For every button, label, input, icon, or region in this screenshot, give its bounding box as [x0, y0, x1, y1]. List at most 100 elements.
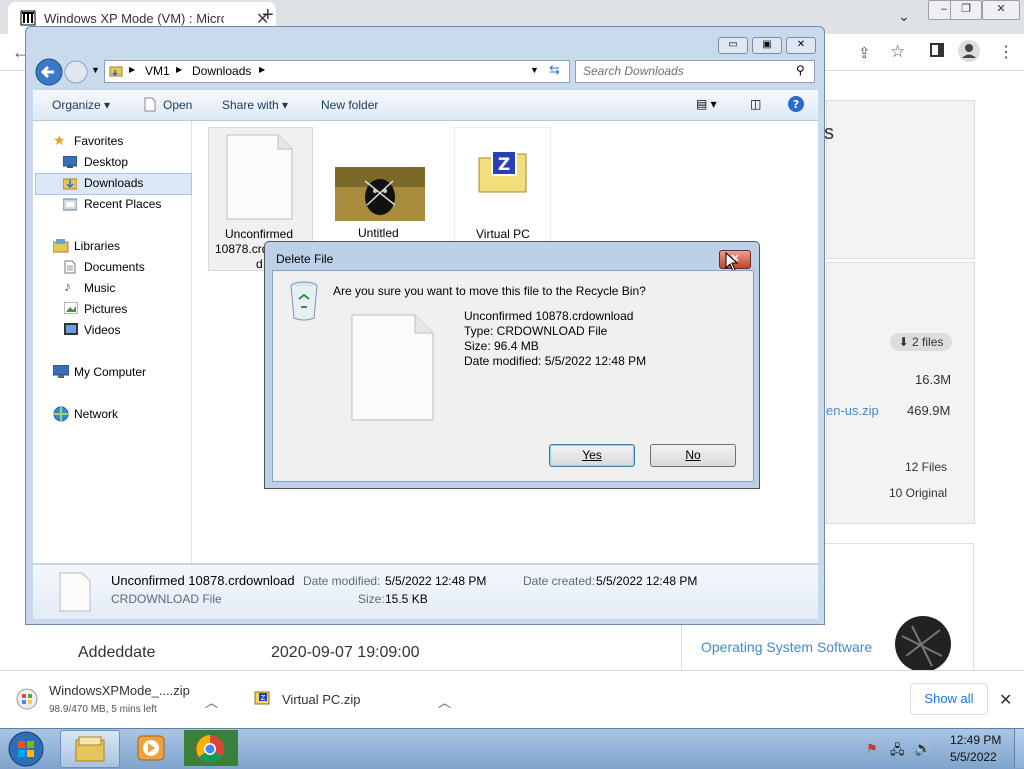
no-label: No [685, 448, 701, 462]
address-bar[interactable]: ▶ VM1 ▶ Downloads ▶ ▼ ⇆ [104, 60, 570, 83]
zip-file-link[interactable]: en-us.zip [826, 403, 879, 418]
search-icon[interactable]: ⚲ [796, 63, 805, 77]
download-item-2-name[interactable]: Virtual PC.zip [282, 692, 361, 707]
new-tab-icon[interactable]: + [262, 4, 274, 27]
file-item-virtual-pc[interactable]: Z Virtual PC [454, 127, 551, 244]
volume-tray-icon[interactable]: 🔊 [914, 740, 931, 757]
help-icon[interactable]: ? [787, 95, 805, 113]
share-icon[interactable]: ⇪ [858, 44, 871, 62]
breadcrumb-separator-icon[interactable]: ▶ [129, 65, 135, 74]
yes-button[interactable]: Yes [549, 444, 635, 467]
action-center-flag-icon[interactable]: ⚑ [866, 741, 878, 757]
explorer-titlebar[interactable] [26, 27, 824, 59]
dialog-question: Are you sure you want to move this file … [333, 284, 646, 298]
details-file-icon [59, 572, 91, 612]
videos-icon [64, 323, 78, 335]
mouse-cursor-icon [725, 252, 739, 272]
search-input[interactable]: Search Downloads [583, 64, 684, 78]
download-item-1-chevron-icon[interactable]: ︿ [205, 692, 218, 711]
nav-pictures[interactable]: Pictures [84, 302, 127, 316]
network-tray-icon[interactable]: 🖧 [890, 741, 905, 763]
browser-restore-button[interactable]: ❐ [950, 0, 982, 20]
metadata-key: Addeddate [78, 644, 156, 661]
navigation-pane: ★ Favorites Desktop Downloads Recent Pla… [33, 121, 192, 563]
taskbar-explorer-button[interactable] [60, 730, 120, 768]
nav-favorites[interactable]: Favorites [74, 134, 123, 148]
search-box[interactable]: Search Downloads ⚲ [575, 60, 815, 83]
winzip-folder-icon: Z [478, 150, 528, 194]
svg-text:Z: Z [261, 694, 266, 702]
pictures-icon [64, 302, 78, 314]
breadcrumb-downloads[interactable]: Downloads [192, 64, 251, 78]
windows-logo-file-icon [16, 688, 38, 710]
breadcrumb-separator-icon[interactable]: ▶ [259, 65, 265, 74]
show-desktop-button[interactable] [1014, 729, 1024, 768]
file-item-untitled[interactable]: Untitled [329, 127, 432, 242]
clock-date[interactable]: 5/5/2022 [950, 750, 997, 764]
dialog-title: Delete File [276, 252, 334, 266]
nav-documents[interactable]: Documents [84, 260, 145, 274]
nav-videos[interactable]: Videos [84, 323, 120, 337]
folder-address-icon [109, 64, 123, 78]
nav-downloads[interactable]: Downloads [84, 176, 143, 190]
media-player-icon [137, 735, 165, 761]
nav-my-computer[interactable]: My Computer [74, 365, 146, 379]
explorer-minimize-button[interactable]: ▭ [718, 37, 748, 54]
download-item-2-chevron-icon[interactable]: ︿ [438, 692, 451, 711]
explorer-close-button[interactable]: ✕ [786, 37, 816, 54]
preview-pane-icon[interactable]: ◫ [750, 97, 761, 111]
address-dropdown-icon[interactable]: ▼ [530, 65, 539, 75]
yes-label: Yes [582, 448, 602, 462]
explorer-maximize-button[interactable]: ▣ [752, 37, 782, 54]
nav-music[interactable]: Music [84, 281, 115, 295]
open-button[interactable]: Open [163, 98, 192, 112]
share-with-button[interactable]: Share with ▾ [222, 98, 288, 112]
delete-file-dialog: Delete File ✕ Are you sure you want to m… [264, 241, 760, 489]
download-item-1-name[interactable]: WindowsXPMode_....zip [49, 683, 190, 698]
clock-time[interactable]: 12:49 PM [950, 733, 1001, 747]
nav-libraries[interactable]: Libraries [74, 239, 120, 253]
details-date-created: 5/5/2022 12:48 PM [596, 574, 698, 588]
bookmark-star-icon[interactable]: ☆ [890, 42, 905, 62]
refresh-icon[interactable]: ⇆ [549, 62, 560, 78]
back-button-icon[interactable] [35, 58, 63, 86]
side-panel-icon[interactable] [930, 43, 944, 57]
explorer-folder-icon [75, 736, 105, 762]
browser-close-button[interactable]: ✕ [982, 0, 1020, 20]
zip-file-icon: Z [254, 690, 270, 706]
show-all-downloads-button[interactable]: Show all [910, 683, 988, 715]
related-collection-link[interactable]: Operating System Software [701, 639, 872, 655]
dialog-file-name: Unconfirmed 10878.crdownload [464, 309, 634, 323]
share-with-label: Share with [222, 98, 279, 112]
download-shelf [0, 670, 1024, 729]
files-badge-label: 2 files [912, 335, 944, 349]
nav-network[interactable]: Network [74, 407, 118, 421]
download-item-1-status: 98.9/470 MB, 5 mins left [49, 704, 157, 715]
nav-desktop[interactable]: Desktop [84, 155, 128, 169]
file-name-line1: Unconfirmed [225, 227, 294, 241]
recent-pages-chevron-icon[interactable]: ▼ [91, 65, 100, 75]
organize-button[interactable]: Organize ▾ [52, 98, 110, 112]
tab-search-chevron-icon[interactable]: ⌄ [898, 8, 910, 25]
file-name-line3: d [256, 257, 263, 271]
breadcrumb-separator-icon[interactable]: ▶ [176, 65, 182, 74]
profile-avatar-icon[interactable] [958, 40, 980, 62]
breadcrumb-vm1[interactable]: VM1 [145, 64, 170, 78]
page-files-card [826, 262, 975, 524]
browser-tab-title: Windows XP Mode (VM) : Micros [44, 11, 224, 26]
start-button-icon[interactable] [8, 731, 44, 767]
blank-file-icon [226, 134, 294, 220]
close-download-shelf-icon[interactable]: ✕ [999, 690, 1012, 710]
nav-recent-places[interactable]: Recent Places [84, 197, 161, 211]
details-date-modified: 5/5/2022 12:48 PM [385, 574, 487, 588]
change-view-icon[interactable]: ▤ ▾ [696, 97, 717, 111]
taskbar-chrome-button[interactable] [184, 730, 238, 766]
forward-button-icon[interactable] [64, 60, 88, 84]
new-folder-button[interactable]: New folder [321, 98, 378, 112]
taskbar-media-player-button[interactable] [123, 730, 179, 766]
collection-thumbnail[interactable] [892, 616, 954, 672]
files-count-badge[interactable]: ⬇ 2 files [890, 333, 952, 351]
browser-menu-icon[interactable]: ⋮ [998, 42, 1014, 62]
no-button[interactable]: No [650, 444, 736, 467]
recent-places-icon [63, 198, 77, 211]
